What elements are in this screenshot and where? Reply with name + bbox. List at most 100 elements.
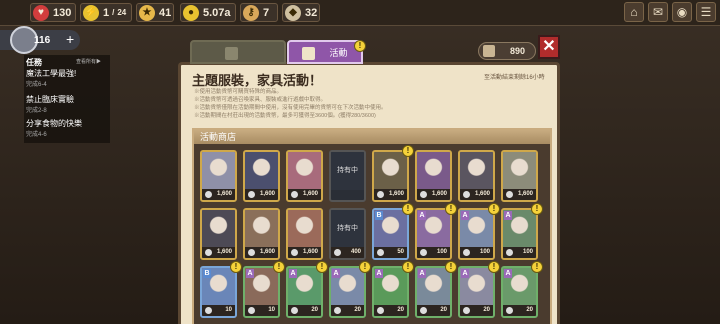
task-sub: 完成2-8 <box>26 108 47 114</box>
menu-button[interactable]: ☰ <box>696 2 716 22</box>
price-coin-icon <box>291 307 298 314</box>
mail-button[interactable]: ✉ <box>648 2 668 22</box>
shop-item-card[interactable]: 1,600 <box>243 150 280 202</box>
new-alert-icon: ! <box>316 261 328 273</box>
shop-item-card[interactable]: B 10 <box>200 266 237 318</box>
material-icon: ◆ <box>285 4 301 21</box>
event-currency-value: 890 <box>509 46 525 56</box>
grade-badge: A <box>375 269 383 278</box>
shop-item-card[interactable]: B 50 <box>372 208 409 260</box>
item-price-value: 1,600 <box>517 191 533 197</box>
grade-badge: B <box>203 269 211 278</box>
item-price: 20 <box>417 305 450 316</box>
grade-badge: A <box>461 211 469 220</box>
player-level[interactable]: 116 + <box>0 26 80 54</box>
item-price: 20 <box>460 305 493 316</box>
add-level-icon[interactable]: + <box>66 31 74 47</box>
camera-button[interactable]: ◉ <box>672 2 692 22</box>
event-shop-title: 活動商店 <box>194 130 550 144</box>
shop-item-card[interactable]: A 20 <box>329 266 366 318</box>
owned-label: 持有中 <box>337 225 358 232</box>
level-value: 116 <box>34 35 51 46</box>
task-item[interactable]: 分享食物的快樂 完成4-6 <box>26 118 82 138</box>
resource-bar: ♥ 130 ⚡ 1 / 24 ★ 41 ● 5.07a ⚷ 7 ◆ 32 ⌂ ✉… <box>0 0 720 26</box>
energy-max: 24 <box>117 8 127 17</box>
item-price: 10 <box>202 305 235 316</box>
item-price-value: 1,600 <box>474 191 490 197</box>
item-price-value: 1,600 <box>388 191 404 197</box>
tasks-title: 任務 <box>26 58 42 67</box>
event-remaining-time: 至活動結束剩餘16小時 <box>484 75 545 81</box>
item-price-value: 400 <box>350 249 361 255</box>
item-price-value: 20 <box>311 307 318 313</box>
shop-item-card[interactable]: 持有中 <box>329 150 366 202</box>
item-price-value: 10 <box>268 307 275 313</box>
shop-item-card[interactable]: A 20 <box>501 266 538 318</box>
task-item[interactable]: 魔法工學最強! 完成6-4 <box>26 68 76 88</box>
item-price-value: 10 <box>225 307 232 313</box>
price-coin-icon <box>334 249 341 256</box>
new-alert-icon: ! <box>402 261 414 273</box>
shop-item-card[interactable]: 1,600 <box>286 150 323 202</box>
task-item[interactable]: 禁止臨床實驗 完成2-8 <box>26 94 74 114</box>
shop-item-card[interactable]: A 10 <box>243 266 280 318</box>
price-coin-icon <box>205 307 212 314</box>
shop-item-card[interactable]: 1,600 <box>372 150 409 202</box>
item-price: 1,600 <box>202 247 235 258</box>
price-coin-icon <box>377 191 384 198</box>
material-value: 32 <box>305 6 318 19</box>
item-artwork <box>417 152 450 190</box>
shop-item-card[interactable]: 1,600 <box>286 208 323 260</box>
shop-item-card[interactable]: A 100 <box>458 208 495 260</box>
shop-item-card[interactable]: A 100 <box>501 208 538 260</box>
shop-item-card[interactable]: 1,600 <box>243 208 280 260</box>
price-coin-icon <box>506 249 513 256</box>
shop-item-card[interactable]: A 20 <box>458 266 495 318</box>
price-coin-icon <box>291 191 298 198</box>
home-button[interactable]: ⌂ <box>624 2 644 22</box>
tab-event-label: 活動 <box>329 48 348 58</box>
price-coin-icon <box>463 249 470 256</box>
item-price: 1,600 <box>245 189 278 200</box>
shop-item-card[interactable]: A 100 <box>415 208 452 260</box>
tab-alert-icon: ! <box>354 40 366 52</box>
lightning-icon: ⚡ <box>83 4 99 21</box>
view-all-tasks-link[interactable]: 查看所有▶ <box>76 58 101 65</box>
shop-item-card[interactable]: A 20 <box>372 266 409 318</box>
task-label: 禁止臨床實驗 <box>26 95 74 104</box>
shop-item-card[interactable]: 1,600 <box>458 150 495 202</box>
item-price: 50 <box>374 247 407 258</box>
heart-icon: ♥ <box>33 4 49 21</box>
tab-theme[interactable] <box>190 40 286 64</box>
grade-badge: A <box>461 269 469 278</box>
item-price: 20 <box>331 305 364 316</box>
keys-value: 7 <box>263 6 270 19</box>
item-price: 1,600 <box>460 189 493 200</box>
item-price-value: 1,600 <box>259 191 275 197</box>
shop-item-card[interactable]: 1,600 <box>501 150 538 202</box>
shop-item-card[interactable]: 1,600 <box>415 150 452 202</box>
shop-item-card[interactable]: 1,600 <box>200 208 237 260</box>
item-artwork <box>245 152 278 190</box>
new-alert-icon: ! <box>445 261 457 273</box>
item-price-value: 50 <box>397 249 404 255</box>
shop-item-card[interactable]: 持有中 400 <box>329 208 366 260</box>
price-coin-icon <box>377 307 384 314</box>
resource-keys: ⚷ 7 <box>240 3 278 22</box>
price-coin-icon <box>248 307 255 314</box>
item-artwork <box>202 210 235 248</box>
tab-event[interactable]: 活動 <box>287 40 363 64</box>
item-price-value: 20 <box>397 307 404 313</box>
new-alert-icon: ! <box>488 203 500 215</box>
new-alert-icon: ! <box>402 145 414 157</box>
shop-item-card[interactable]: A 20 <box>286 266 323 318</box>
price-coin-icon <box>248 191 255 198</box>
desc-line: ※活動貨幣僅限在活動期間中使用，沒有使用完畢的貨幣可在下次活動中使用。 <box>194 105 387 111</box>
item-price: 1,600 <box>245 247 278 258</box>
item-price: 20 <box>374 305 407 316</box>
shop-item-card[interactable]: A 20 <box>415 266 452 318</box>
close-button[interactable]: ✕ <box>538 35 560 59</box>
coin-icon: ● <box>183 4 199 21</box>
item-artwork <box>245 210 278 248</box>
shop-item-card[interactable]: 1,600 <box>200 150 237 202</box>
